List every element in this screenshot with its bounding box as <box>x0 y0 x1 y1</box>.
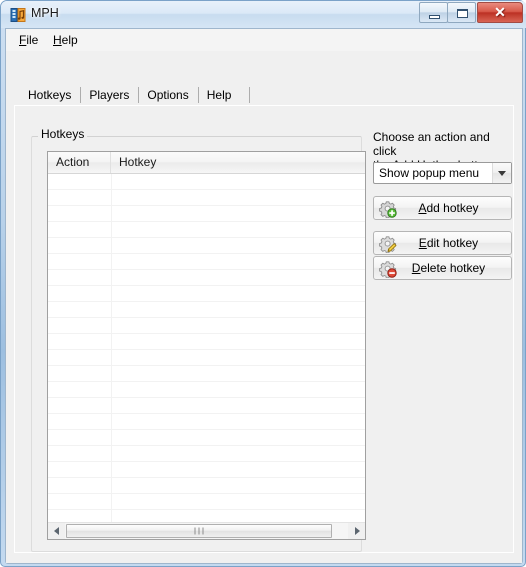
edit-hotkey-label: Edit hotkey <box>374 236 511 250</box>
table-row[interactable] <box>48 206 365 222</box>
table-row[interactable] <box>48 222 365 238</box>
menu-bar: File Help <box>6 29 522 52</box>
table-row[interactable] <box>48 238 365 254</box>
action-panel: Choose an action and click the Add Hotke… <box>373 130 512 280</box>
add-hotkey-label: Add hotkey <box>374 201 511 215</box>
minimize-icon <box>429 15 440 19</box>
menu-help-accel: H <box>53 33 62 47</box>
delete-hotkey-button[interactable]: Delete hotkey <box>373 256 512 280</box>
list-body[interactable] <box>48 174 365 526</box>
action-select[interactable]: Show popup menu <box>373 162 512 184</box>
table-row[interactable] <box>48 478 365 494</box>
table-row[interactable] <box>48 270 365 286</box>
triangle-left-icon <box>53 527 59 535</box>
close-button[interactable]: ✕ <box>477 2 523 23</box>
edit-hotkey-button[interactable]: Edit hotkey <box>373 231 512 255</box>
scroll-track[interactable] <box>65 523 348 539</box>
menu-item-help[interactable]: Help <box>48 32 83 48</box>
column-header-hotkey[interactable]: Hotkey <box>111 152 365 173</box>
application-window: MPH ✕ File Help Hotkeys Players Options … <box>0 0 526 567</box>
add-hotkey-suffix: dd hotkey <box>426 201 479 215</box>
table-row[interactable] <box>48 414 365 430</box>
table-row[interactable] <box>48 462 365 478</box>
table-row[interactable] <box>48 302 365 318</box>
menu-item-file[interactable]: File <box>14 32 43 48</box>
table-row[interactable] <box>48 398 365 414</box>
delete-hotkey-label: Delete hotkey <box>374 261 511 275</box>
table-row[interactable] <box>48 254 365 270</box>
scroll-left-arrow[interactable] <box>48 523 65 539</box>
table-row[interactable] <box>48 318 365 334</box>
table-row[interactable] <box>48 190 365 206</box>
scroll-grip-icon <box>194 527 204 535</box>
edit-hotkey-suffix: dit hotkey <box>426 236 479 250</box>
tab-end-separator <box>249 87 251 103</box>
hotkeys-group-label: Hotkeys <box>38 127 88 141</box>
maximize-button[interactable] <box>447 2 476 23</box>
action-hint-line1: Choose an action and click <box>373 130 490 158</box>
tab-hotkeys[interactable]: Hotkeys <box>19 85 80 105</box>
tab-help[interactable]: Help <box>197 85 241 105</box>
maximize-icon <box>457 9 468 18</box>
triangle-down-icon <box>498 171 506 176</box>
tab-players[interactable]: Players <box>80 85 138 105</box>
menu-help-rest: elp <box>61 33 78 47</box>
table-row[interactable] <box>48 286 365 302</box>
title-bar: MPH ✕ <box>1 1 526 28</box>
chevron-down-icon[interactable] <box>492 163 511 183</box>
horizontal-scrollbar[interactable] <box>48 522 365 539</box>
menu-file-rest: ile <box>26 33 39 47</box>
table-row[interactable] <box>48 174 365 190</box>
table-row[interactable] <box>48 350 365 366</box>
window-title: MPH <box>31 6 59 20</box>
window-controls: ✕ <box>419 2 523 23</box>
add-hotkey-button[interactable]: Add hotkey <box>373 196 512 220</box>
tab-options[interactable]: Options <box>138 85 197 105</box>
delete-hotkey-suffix: elete hotkey <box>420 261 486 275</box>
edit-hotkey-accel: E <box>418 236 427 250</box>
table-row[interactable] <box>48 334 365 350</box>
triangle-right-icon <box>354 527 360 535</box>
tab-strip: Hotkeys Players Options Help <box>19 83 251 105</box>
hotkeys-list-view[interactable]: Action Hotkey <box>47 151 366 540</box>
table-row[interactable] <box>48 366 365 382</box>
column-header-action[interactable]: Action <box>48 152 111 173</box>
table-row[interactable] <box>48 494 365 510</box>
table-row[interactable] <box>48 446 365 462</box>
mph-app-icon <box>10 7 26 23</box>
window-client-frame: File Help Hotkeys Players Options Help H… <box>5 28 523 564</box>
list-header: Action Hotkey <box>48 152 365 174</box>
table-row[interactable] <box>48 382 365 398</box>
action-select-value: Show popup menu <box>379 166 480 180</box>
scroll-right-arrow[interactable] <box>348 523 365 539</box>
table-row[interactable] <box>48 430 365 446</box>
tab-page-hotkeys: Hotkeys Action Hotkey Choose an action a… <box>14 105 514 553</box>
client-area: Hotkeys Players Options Help Hotkeys Act… <box>6 51 522 563</box>
horizontal-scroll-thumb[interactable] <box>66 524 332 538</box>
close-icon: ✕ <box>494 4 506 20</box>
minimize-button[interactable] <box>419 2 448 23</box>
